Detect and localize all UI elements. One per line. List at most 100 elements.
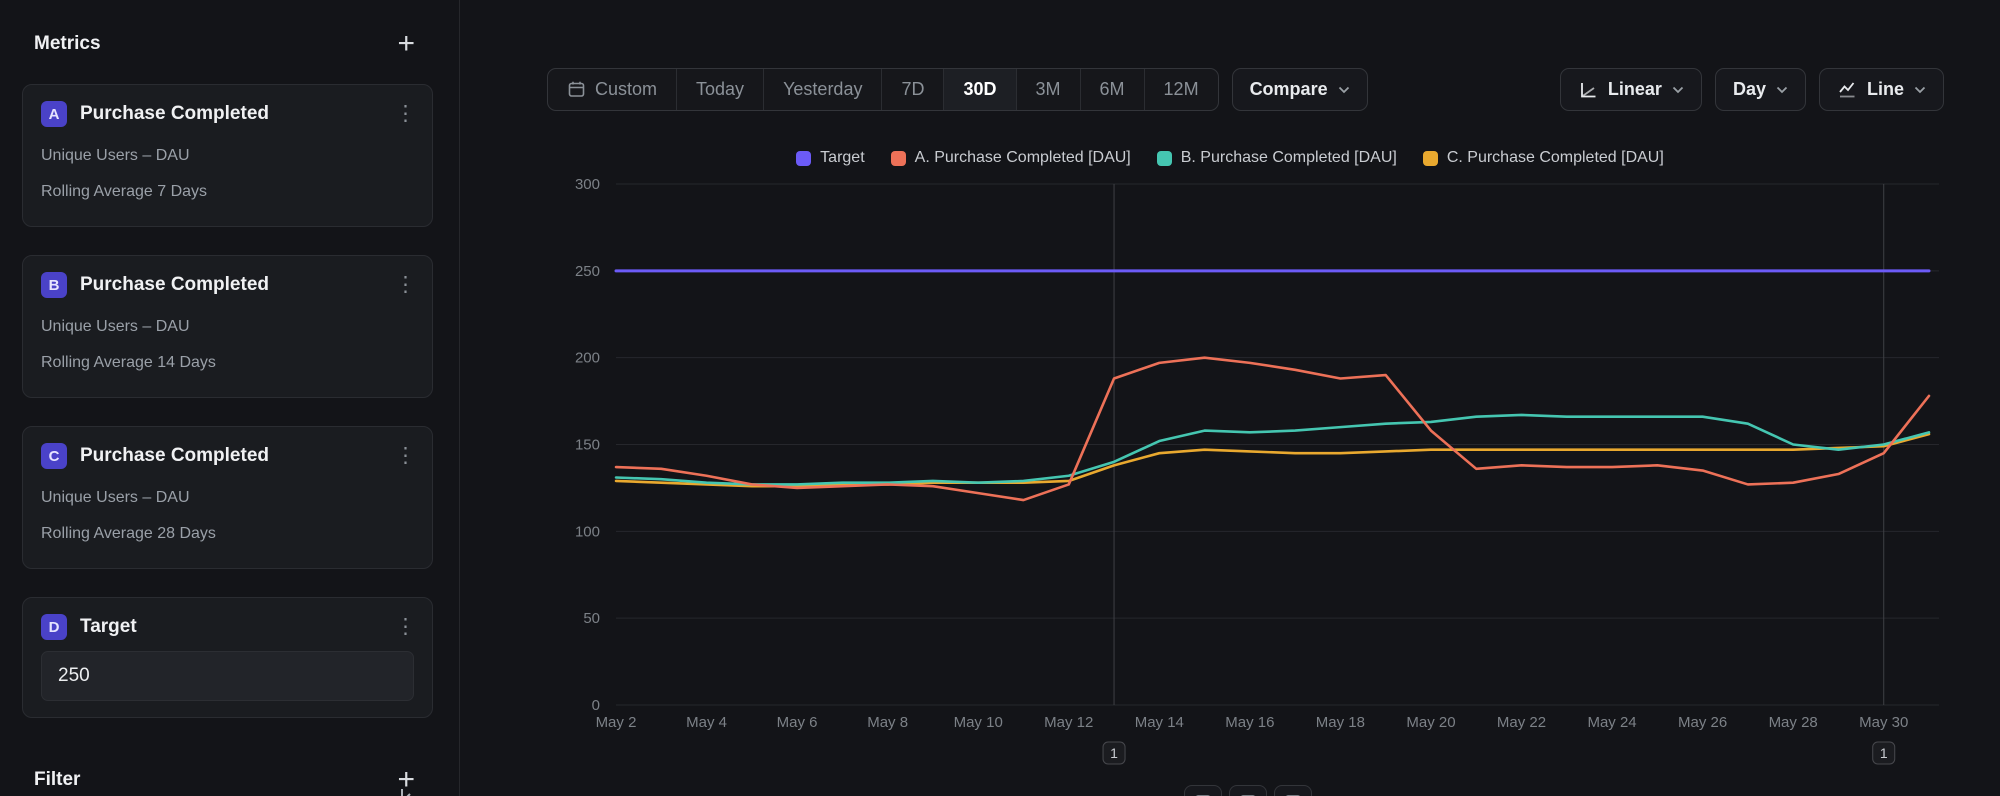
metric-details: Unique Users – DAU Rolling Average 7 Day… bbox=[41, 138, 414, 210]
range-label: 12M bbox=[1164, 79, 1199, 100]
range-label: Yesterday bbox=[783, 79, 862, 100]
linear-scale-icon bbox=[1578, 80, 1598, 100]
collapse-left-icon bbox=[396, 785, 426, 796]
chart-legend: Target A. Purchase Completed [DAU] B. Pu… bbox=[460, 149, 2000, 167]
chart-type-selector-button[interactable]: Line bbox=[1819, 68, 1944, 111]
range-label: Today bbox=[696, 79, 744, 100]
range-label: 3M bbox=[1036, 79, 1061, 100]
collapse-sidebar-button[interactable] bbox=[396, 783, 426, 796]
metric-badge: A bbox=[41, 101, 67, 127]
legend-swatch bbox=[1423, 151, 1438, 166]
metric-card-b[interactable]: B Purchase Completed ⋮ Unique Users – DA… bbox=[22, 255, 433, 398]
metric-details: Unique Users – DAU Rolling Average 28 Da… bbox=[41, 480, 414, 552]
range-label: Custom bbox=[595, 79, 657, 100]
x-tick-label: May 22 bbox=[1497, 714, 1546, 731]
x-tick-label: May 20 bbox=[1406, 714, 1455, 731]
view-bar-button[interactable] bbox=[1229, 785, 1267, 796]
chart-type-label: Line bbox=[1867, 79, 1904, 100]
view-chart-button[interactable] bbox=[1184, 785, 1222, 796]
scale-selector-button[interactable]: Linear bbox=[1560, 68, 1702, 111]
x-tick-label: May 26 bbox=[1678, 714, 1727, 731]
metric-measure: Unique Users – DAU bbox=[41, 138, 414, 174]
annotation-badge-count: 1 bbox=[1110, 745, 1118, 761]
legend-swatch bbox=[1157, 151, 1172, 166]
chevron-down-icon bbox=[1672, 86, 1684, 94]
chevron-down-icon bbox=[1776, 86, 1788, 94]
metric-rolling-average: Rolling Average 7 Days bbox=[41, 174, 414, 210]
legend-label: B. Purchase Completed [DAU] bbox=[1181, 149, 1397, 167]
metric-title: Purchase Completed bbox=[80, 274, 391, 296]
metric-measure: Unique Users – DAU bbox=[41, 480, 414, 516]
chevron-down-icon bbox=[1338, 86, 1350, 94]
annotation-badge[interactable] bbox=[1873, 742, 1895, 764]
range-today-button[interactable]: Today bbox=[676, 69, 763, 110]
x-tick-label: May 12 bbox=[1044, 714, 1093, 731]
x-tick-label: May 6 bbox=[777, 714, 818, 731]
x-tick-label: May 18 bbox=[1316, 714, 1365, 731]
sidebar: Metrics + A Purchase Completed ⋮ Unique … bbox=[0, 0, 460, 796]
view-table-button[interactable] bbox=[1274, 785, 1312, 796]
filter-header-row: Filter + bbox=[22, 768, 433, 792]
toolbar-left: Custom Today Yesterday 7D 30D 3M 6M 12M … bbox=[547, 68, 1368, 111]
compare-button[interactable]: Compare bbox=[1232, 68, 1368, 111]
annotation-badge-count: 1 bbox=[1880, 745, 1888, 761]
legend-item-a[interactable]: A. Purchase Completed [DAU] bbox=[891, 149, 1131, 167]
chart-panel: 050100150200250300May 2May 4May 6May 8Ma… bbox=[460, 0, 2000, 796]
target-card[interactable]: D Target ⋮ bbox=[22, 597, 433, 718]
line-chart-icon bbox=[1837, 80, 1857, 100]
x-tick-label: May 30 bbox=[1859, 714, 1908, 731]
x-tick-label: May 24 bbox=[1587, 714, 1636, 731]
kebab-menu-icon[interactable]: ⋮ bbox=[391, 275, 420, 295]
metric-card-c[interactable]: C Purchase Completed ⋮ Unique Users – DA… bbox=[22, 426, 433, 569]
kebab-menu-icon[interactable]: ⋮ bbox=[391, 446, 420, 466]
chevron-down-icon bbox=[1914, 86, 1926, 94]
range-custom-button[interactable]: Custom bbox=[548, 69, 676, 110]
series-line bbox=[616, 434, 1929, 486]
date-range-segmented-control: Custom Today Yesterday 7D 30D 3M 6M 12M bbox=[547, 68, 1219, 111]
metric-measure: Unique Users – DAU bbox=[41, 309, 414, 345]
metrics-header: Metrics bbox=[34, 32, 101, 56]
kebab-menu-icon[interactable]: ⋮ bbox=[391, 104, 420, 124]
metric-card-header: A Purchase Completed ⋮ bbox=[41, 101, 414, 127]
kebab-menu-icon[interactable]: ⋮ bbox=[391, 617, 420, 637]
legend-label: C. Purchase Completed [DAU] bbox=[1447, 149, 1664, 167]
legend-item-target[interactable]: Target bbox=[796, 149, 864, 167]
bottom-view-toolbar bbox=[1184, 785, 1312, 796]
range-6m-button[interactable]: 6M bbox=[1080, 69, 1144, 110]
target-value-input[interactable] bbox=[41, 651, 414, 701]
legend-swatch bbox=[891, 151, 906, 166]
range-30d-button[interactable]: 30D bbox=[943, 69, 1015, 110]
metrics-header-row: Metrics + bbox=[22, 32, 433, 56]
filter-header: Filter bbox=[34, 768, 80, 792]
compare-label: Compare bbox=[1250, 79, 1328, 100]
toolbar-right: Linear Day bbox=[1560, 68, 1944, 111]
legend-item-b[interactable]: B. Purchase Completed [DAU] bbox=[1157, 149, 1397, 167]
interval-selector-button[interactable]: Day bbox=[1715, 68, 1806, 111]
legend-label: Target bbox=[820, 149, 864, 167]
legend-item-c[interactable]: C. Purchase Completed [DAU] bbox=[1423, 149, 1664, 167]
x-tick-label: May 8 bbox=[867, 714, 908, 731]
metric-badge: B bbox=[41, 272, 67, 298]
app-root: Metrics + A Purchase Completed ⋮ Unique … bbox=[0, 0, 2000, 796]
metric-card-a[interactable]: A Purchase Completed ⋮ Unique Users – DA… bbox=[22, 84, 433, 227]
interval-label: Day bbox=[1733, 79, 1766, 100]
target-title: Target bbox=[80, 616, 391, 638]
range-7d-button[interactable]: 7D bbox=[881, 69, 943, 110]
range-yesterday-button[interactable]: Yesterday bbox=[763, 69, 881, 110]
y-tick-label: 100 bbox=[575, 523, 600, 540]
add-metric-button[interactable]: + bbox=[395, 32, 417, 56]
metric-card-header: B Purchase Completed ⋮ bbox=[41, 272, 414, 298]
metric-rolling-average: Rolling Average 14 Days bbox=[41, 345, 414, 381]
x-tick-label: May 28 bbox=[1769, 714, 1818, 731]
legend-swatch bbox=[796, 151, 811, 166]
range-3m-button[interactable]: 3M bbox=[1016, 69, 1080, 110]
x-tick-label: May 14 bbox=[1135, 714, 1184, 731]
range-12m-button[interactable]: 12M bbox=[1144, 69, 1218, 110]
metric-title: Purchase Completed bbox=[80, 103, 391, 125]
annotation-badge[interactable] bbox=[1103, 742, 1125, 764]
series-line bbox=[616, 415, 1929, 484]
series-line bbox=[616, 358, 1929, 500]
metric-card-header: C Purchase Completed ⋮ bbox=[41, 443, 414, 469]
y-tick-label: 300 bbox=[575, 176, 600, 193]
target-badge: D bbox=[41, 614, 67, 640]
